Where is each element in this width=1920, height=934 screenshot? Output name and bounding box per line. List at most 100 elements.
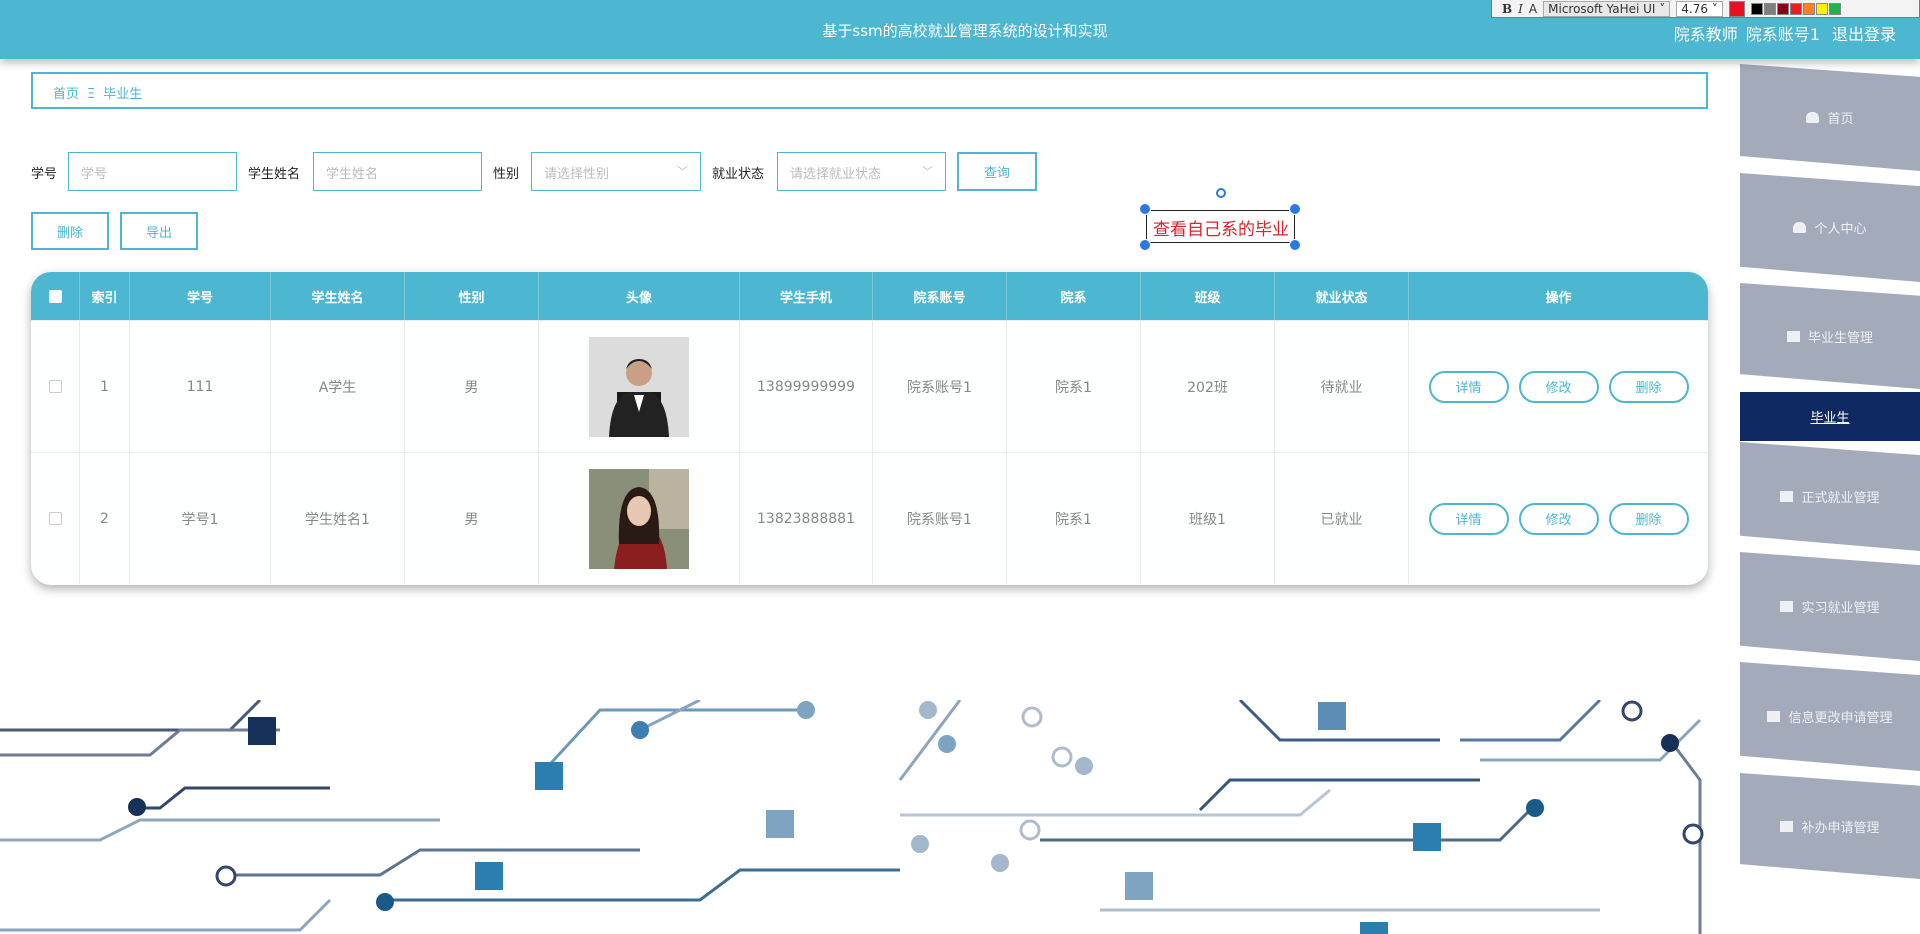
sidebar-item[interactable]: 正式就业管理 bbox=[1740, 442, 1920, 551]
sidebar-item-label: 信息更改申请管理 bbox=[1788, 711, 1893, 726]
edit-button[interactable]: 修改 bbox=[1518, 370, 1599, 403]
gender-placeholder: 请选择性别 bbox=[544, 167, 610, 182]
table-row: 2 学号1 学生姓名1 男 13823888881 院系账号1 院系1 班级1 已就业 详情 修改删… bbox=[31, 452, 1708, 584]
annotation-textbox[interactable]: 查看自己系的毕业 bbox=[1146, 210, 1295, 243]
sidebar-item-label: 首页 bbox=[1827, 112, 1854, 127]
grid-icon bbox=[1767, 711, 1781, 722]
sidebar-item[interactable]: 信息更改申请管理 bbox=[1740, 662, 1920, 771]
select-all-checkbox[interactable] bbox=[48, 289, 62, 303]
operations-cell: 详情 修改 删除 bbox=[1409, 453, 1708, 584]
sidebar-item[interactable]: 首页 bbox=[1740, 64, 1920, 171]
sidebar-item-label: 补办申请管理 bbox=[1801, 820, 1880, 836]
export-button[interactable]: 导出 bbox=[120, 212, 198, 250]
name-input[interactable]: 学生姓名 bbox=[313, 152, 482, 191]
sidebar-item[interactable]: 毕业生管理 bbox=[1740, 283, 1920, 389]
gender-label: 性别 bbox=[493, 167, 520, 182]
edit-button[interactable]: 修改 bbox=[1518, 502, 1599, 535]
sidebar-item-label: 毕业生 bbox=[1810, 411, 1850, 426]
breadcrumb-home[interactable]: 首页 bbox=[53, 87, 79, 102]
breadcrumb-separator: Ξ bbox=[87, 87, 96, 102]
detail-button[interactable]: 详情 bbox=[1428, 370, 1509, 403]
column-header: 索引 bbox=[80, 272, 130, 320]
column-header: 班级 bbox=[1141, 272, 1275, 320]
row-select-cell bbox=[31, 321, 80, 452]
user-icon bbox=[1793, 222, 1807, 233]
cell-status: 待就业 bbox=[1275, 321, 1409, 452]
outline-button[interactable]: A bbox=[1529, 2, 1537, 16]
select-all-cell bbox=[31, 272, 80, 320]
column-header: 头像 bbox=[539, 272, 740, 320]
avatar-image bbox=[589, 336, 689, 437]
xuehao-input[interactable]: 学号 bbox=[68, 152, 237, 191]
palette-color-swatch[interactable] bbox=[1815, 2, 1828, 15]
breadcrumb: 首页 Ξ 毕业生 bbox=[31, 72, 1708, 109]
palette-color-swatch[interactable] bbox=[1763, 2, 1776, 15]
status-select[interactable]: 请选择就业状态 ﹀ bbox=[777, 152, 946, 191]
name-placeholder: 学生姓名 bbox=[326, 167, 379, 182]
logout-link[interactable]: 退出登录 bbox=[1832, 25, 1896, 44]
user-account: 院系账号1 bbox=[1745, 25, 1820, 44]
size-value: 4.76 bbox=[1681, 1, 1709, 16]
sidebar-item-label: 正式就业管理 bbox=[1801, 491, 1880, 506]
avatar-cell bbox=[539, 321, 740, 452]
close-handle[interactable] bbox=[1289, 203, 1301, 215]
rotate-handle[interactable] bbox=[1216, 188, 1226, 198]
palette-color-swatch[interactable] bbox=[1789, 2, 1802, 15]
palette-color-swatch[interactable] bbox=[1750, 2, 1763, 15]
avatar-image bbox=[589, 468, 689, 569]
sidebar-item-label: 毕业生管理 bbox=[1807, 330, 1873, 346]
column-header: 院系账号 bbox=[873, 272, 1007, 320]
sidebar-item[interactable]: 实习就业管理 bbox=[1740, 552, 1920, 661]
cell-phone: 13823888881 bbox=[740, 453, 873, 584]
palette-color-swatch[interactable] bbox=[1828, 2, 1841, 15]
grid-icon bbox=[1786, 330, 1800, 342]
grid-icon bbox=[1780, 820, 1794, 832]
cell-account: 院系账号1 bbox=[873, 321, 1007, 452]
cell-name: 学生姓名1 bbox=[271, 453, 405, 584]
palette bbox=[1750, 2, 1841, 15]
column-header: 学号 bbox=[130, 272, 271, 320]
resize-handle[interactable] bbox=[1139, 203, 1151, 215]
sidebar-item[interactable]: 补办申请管理 bbox=[1740, 773, 1920, 879]
cell-status: 已就业 bbox=[1275, 453, 1409, 584]
chevron-down-icon: ﹀ bbox=[677, 165, 688, 178]
gender-select[interactable]: 请选择性别 ﹀ bbox=[531, 152, 701, 191]
sidebar-item[interactable]: 个人中心 bbox=[1740, 173, 1920, 282]
current-color-swatch[interactable] bbox=[1728, 0, 1745, 17]
user-role: 院系教师 bbox=[1673, 25, 1738, 44]
delete-button[interactable]: 删除 bbox=[1608, 502, 1689, 535]
font-value: Microsoft YaHei UI bbox=[1548, 1, 1656, 16]
cell-dept: 院系1 bbox=[1007, 453, 1141, 584]
operations-cell: 详情 修改 删除 bbox=[1409, 321, 1708, 452]
sidebar-item-label: 个人中心 bbox=[1814, 222, 1867, 237]
cell-phone: 13899999999 bbox=[740, 321, 873, 452]
row-checkbox[interactable] bbox=[48, 512, 62, 525]
palette-color-swatch[interactable] bbox=[1802, 2, 1815, 15]
detail-button[interactable]: 详情 bbox=[1428, 502, 1509, 535]
cell-account: 院系账号1 bbox=[873, 453, 1007, 584]
cell-gender: 男 bbox=[405, 453, 539, 584]
cell-name: A学生 bbox=[271, 321, 405, 452]
column-header: 性别 bbox=[405, 272, 539, 320]
size-select[interactable]: 4.76 ˅ bbox=[1676, 0, 1723, 17]
cell-index: 1 bbox=[80, 321, 130, 452]
batch-delete-button[interactable]: 删除 bbox=[31, 212, 109, 250]
table-row: 1 111 A学生男 13899999999 院系账号1 院系1 202班 待就业 详情 修改 删除 bbox=[31, 320, 1708, 452]
row-checkbox[interactable] bbox=[48, 380, 62, 393]
home-icon bbox=[1806, 112, 1820, 123]
italic-button[interactable]: I bbox=[1518, 2, 1523, 16]
font-select[interactable]: Microsoft YaHei UI ˅ bbox=[1543, 0, 1671, 17]
breadcrumb-current: 毕业生 bbox=[103, 87, 143, 102]
bold-button[interactable]: B bbox=[1502, 2, 1512, 16]
graduates-table: 索引 学号 学生姓名 性别 头像 学生手机 院系账号 院系 班级 就业状态 操作 1 111 A学生男 1… bbox=[31, 272, 1708, 585]
palette-color-swatch[interactable] bbox=[1776, 2, 1789, 15]
app-title: 基于ssm的高校就业管理系统的设计和实现 bbox=[822, 22, 1108, 40]
resize-handle[interactable] bbox=[1139, 239, 1151, 251]
resize-handle[interactable] bbox=[1289, 239, 1301, 251]
delete-button[interactable]: 删除 bbox=[1608, 370, 1689, 403]
query-button[interactable]: 查询 bbox=[957, 152, 1037, 191]
sidebar-item[interactable]: 毕业生 bbox=[1740, 392, 1920, 441]
circuit-background bbox=[0, 700, 1704, 934]
row-select-cell bbox=[31, 453, 80, 584]
cell-index: 2 bbox=[80, 453, 130, 584]
